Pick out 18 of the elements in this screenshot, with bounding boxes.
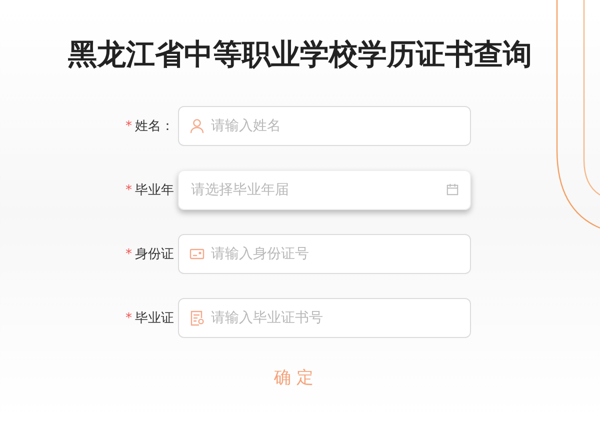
required-mark: * (126, 182, 132, 198)
required-mark: * (126, 118, 132, 134)
id-card-icon (189, 246, 205, 262)
required-mark: * (126, 310, 132, 326)
input-field[interactable]: 请输入毕业证书号 (178, 298, 471, 338)
field-label: 毕业证 (135, 310, 174, 327)
required-mark: * (126, 246, 132, 262)
field-label: 姓名： (135, 118, 174, 135)
calendar-icon (446, 183, 459, 196)
page-title: 黑龙江省中等职业学校学历证书查询 (67, 36, 533, 72)
person-icon (189, 118, 205, 134)
field-label: 毕业年 (135, 182, 174, 199)
input-field[interactable]: 请输入姓名 (178, 106, 471, 146)
field-label: 身份证 (135, 246, 174, 263)
input-field[interactable]: 请输入身份证号 (178, 234, 471, 274)
confirm-button[interactable]: 确 定 (266, 364, 322, 391)
input-field[interactable]: 请选择毕业年届 (178, 170, 471, 210)
certificate-icon (189, 310, 205, 326)
